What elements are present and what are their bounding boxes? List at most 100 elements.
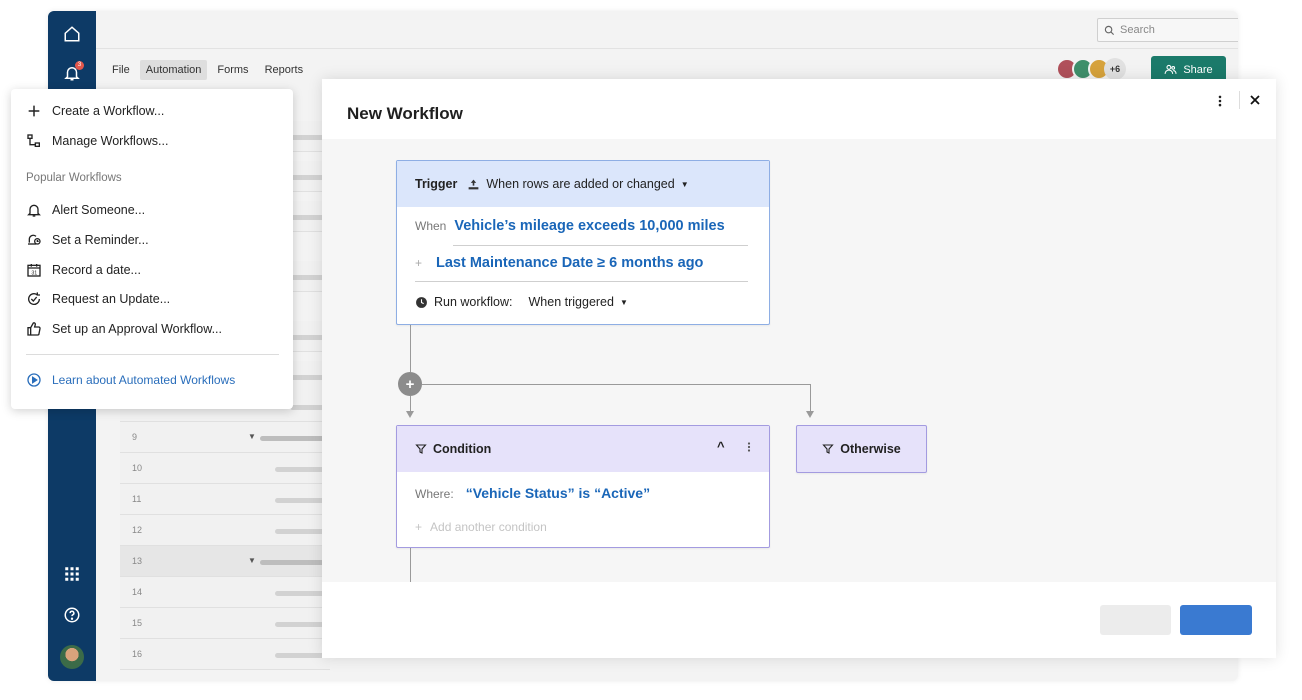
chevron-up-icon[interactable]: ^ xyxy=(717,439,725,454)
menu-item-manage-workflows[interactable]: Manage Workflows... xyxy=(26,133,168,149)
menu-item-label: Create a Workflow... xyxy=(52,104,165,118)
trigger-condition-1[interactable]: When Vehicle’s mileage exceeds 10,000 mi… xyxy=(415,218,725,234)
caret-down-icon: ▼ xyxy=(680,179,689,189)
calendar-icon: 31 xyxy=(27,264,41,277)
add-condition-label: Add another condition xyxy=(430,520,547,534)
menu-item-approval-workflow[interactable]: Set up an Approval Workflow... xyxy=(26,321,222,337)
user-avatar[interactable] xyxy=(60,645,84,669)
menu-tab-reports[interactable]: Reports xyxy=(259,60,310,80)
row-number: 12 xyxy=(132,525,143,535)
row-number: 9 xyxy=(132,432,138,442)
trigger-block[interactable]: Trigger When rows are added or changed ▼… xyxy=(396,160,770,325)
plus-icon: + xyxy=(415,256,423,270)
divider xyxy=(453,245,748,246)
condition-value: Vehicle’s mileage exceeds 10,000 miles xyxy=(454,218,725,234)
run-workflow-dropdown[interactable]: When triggered ▼ xyxy=(529,295,628,309)
more-options-icon[interactable] xyxy=(1212,93,1228,109)
run-workflow-row: Run workflow: When triggered ▼ xyxy=(415,295,628,309)
menu-item-record-date[interactable]: 31 Record a date... xyxy=(26,262,141,278)
divider xyxy=(415,281,748,282)
connector-line xyxy=(410,396,411,412)
new-workflow-modal: New Workflow + Trigger When rows are add… xyxy=(322,79,1276,658)
workflow-tree-icon xyxy=(27,134,40,147)
share-label: Share xyxy=(1183,63,1213,76)
header-divider xyxy=(1239,91,1240,109)
learn-automated-workflows-link[interactable]: Learn about Automated Workflows xyxy=(26,372,235,388)
menu-tab-forms[interactable]: Forms xyxy=(211,60,254,80)
otherwise-block[interactable]: Otherwise xyxy=(796,425,927,473)
workflow-canvas: + Trigger When rows are added or changed… xyxy=(322,139,1276,582)
trigger-event-dropdown[interactable]: When rows are added or changed ▼ xyxy=(467,177,689,191)
menu-item-label: Request an Update... xyxy=(52,292,171,306)
condition-value: “Vehicle Status” is “Active” xyxy=(465,485,651,501)
automation-dropdown-menu: Create a Workflow... Manage Workflows...… xyxy=(11,89,293,409)
modal-header: New Workflow xyxy=(322,79,1276,139)
where-label: Where: xyxy=(415,487,454,501)
popular-workflows-heading: Popular Workflows xyxy=(26,172,122,184)
svg-text:31: 31 xyxy=(31,271,37,277)
connector-line xyxy=(410,548,411,582)
modal-title: New Workflow xyxy=(347,104,463,123)
bell-icon xyxy=(27,204,41,217)
row-change-icon xyxy=(469,179,479,189)
trigger-condition-2[interactable]: + Last Maintenance Date ≥ 6 months ago xyxy=(415,255,703,271)
menu-item-label: Manage Workflows... xyxy=(52,134,169,148)
condition-block[interactable]: Condition ^ Where: “Vehicle Status” is “… xyxy=(396,425,770,548)
arrow-down-icon xyxy=(806,411,814,418)
arrow-down-icon xyxy=(406,411,414,418)
menu-divider xyxy=(26,354,279,355)
more-options-icon[interactable] xyxy=(743,441,755,453)
condition-row[interactable]: Where: “Vehicle Status” is “Active” xyxy=(415,485,650,501)
plus-icon xyxy=(28,105,40,117)
home-icon[interactable] xyxy=(60,22,84,46)
add-another-condition[interactable]: + Add another condition xyxy=(415,520,547,534)
clock-icon xyxy=(416,296,427,308)
menu-item-label: Set a Reminder... xyxy=(52,233,149,247)
learn-link-label: Learn about Automated Workflows xyxy=(52,373,236,387)
search-input[interactable]: Search xyxy=(1097,18,1238,42)
condition-header: Condition ^ xyxy=(397,426,769,472)
refresh-check-icon xyxy=(28,292,41,305)
close-icon[interactable] xyxy=(1247,92,1263,108)
condition-value: Last Maintenance Date ≥ 6 months ago xyxy=(436,255,704,271)
search-icon xyxy=(1104,25,1115,35)
row-number: 11 xyxy=(132,494,142,504)
row-number: 14 xyxy=(132,587,143,597)
cancel-button[interactable] xyxy=(1100,605,1171,635)
connector-line xyxy=(410,325,411,372)
table-row: 14 xyxy=(120,577,330,608)
caret-down-icon: ▼ xyxy=(619,297,628,307)
table-row: 9 ▼ xyxy=(120,422,330,453)
apps-grid-icon[interactable] xyxy=(60,562,84,586)
menu-item-label: Record a date... xyxy=(52,263,141,277)
connector-line xyxy=(422,384,810,385)
menu-item-create-workflow[interactable]: Create a Workflow... xyxy=(26,103,164,119)
menu-tab-file[interactable]: File xyxy=(106,60,136,80)
play-circle-icon xyxy=(27,373,41,387)
search-placeholder: Search xyxy=(1120,24,1155,36)
modal-footer xyxy=(322,582,1276,658)
help-icon[interactable] xyxy=(60,603,84,627)
save-button[interactable] xyxy=(1180,605,1252,635)
table-row: 16 xyxy=(120,639,330,670)
run-workflow-value: When triggered xyxy=(528,295,614,309)
menu-bar: File Automation Forms Reports xyxy=(106,60,309,80)
menu-item-label: Alert Someone... xyxy=(52,203,146,217)
menu-item-set-reminder[interactable]: Set a Reminder... xyxy=(26,232,149,248)
menu-item-alert-someone[interactable]: Alert Someone... xyxy=(26,202,145,218)
thumbs-up-icon xyxy=(27,322,41,336)
row-number: 16 xyxy=(132,649,143,659)
row-number: 13 xyxy=(132,556,143,566)
menu-item-request-update[interactable]: Request an Update... xyxy=(26,291,170,307)
menu-tab-automation[interactable]: Automation xyxy=(139,60,208,80)
trigger-label: Trigger xyxy=(415,177,458,191)
collaborator-count: +6 xyxy=(1104,58,1126,80)
caret-down-icon[interactable]: ▼ xyxy=(248,556,256,565)
caret-down-icon[interactable]: ▼ xyxy=(248,432,256,441)
add-step-button[interactable]: + xyxy=(398,372,422,396)
condition-label: Condition xyxy=(433,442,492,456)
connector-line xyxy=(810,384,811,412)
menu-item-label: Set up an Approval Workflow... xyxy=(52,322,223,336)
table-row: 13 ▼ xyxy=(120,546,330,577)
collaborator-avatars[interactable]: +6 xyxy=(1056,58,1126,80)
